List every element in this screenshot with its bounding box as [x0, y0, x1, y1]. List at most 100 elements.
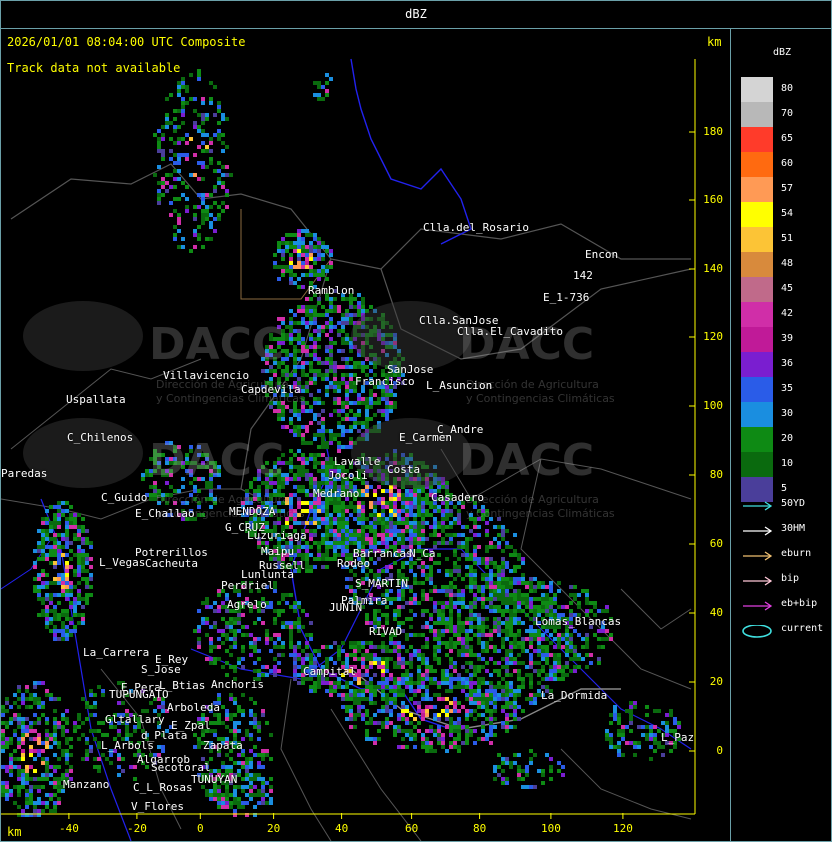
place-label: Agrelo	[227, 598, 267, 611]
place-label: V_Flores	[131, 800, 184, 813]
place-label: Francisco	[355, 375, 415, 388]
arrow-icon	[743, 501, 773, 511]
legend-swatch	[741, 377, 773, 402]
place-label: Jocoli	[328, 469, 368, 482]
place-label: Luzuriaga	[247, 529, 307, 542]
legend-value: 42	[781, 308, 794, 319]
place-label: Clla.del_Rosario	[423, 221, 529, 234]
track-legend-label: eb+bip	[781, 598, 818, 609]
y-tick-label: 0	[716, 744, 723, 757]
legend-swatch	[741, 152, 773, 177]
place-label: 142	[573, 269, 593, 282]
place-label: Casadero	[431, 491, 484, 504]
legend-title: dBZ	[773, 47, 792, 58]
x-tick-label: 60	[405, 822, 419, 835]
legend-value: 20	[781, 433, 794, 444]
arrow-icon	[743, 601, 773, 611]
track-legend-label: eburn	[781, 548, 812, 559]
place-label: MENDOZA	[229, 505, 276, 518]
legend-swatch	[741, 127, 773, 152]
place-label: S_Jose	[141, 663, 181, 676]
watermark-brand: DACC	[149, 319, 285, 370]
place-label: Paredas	[1, 467, 48, 480]
legend-swatch	[741, 177, 773, 202]
legend-value: 80	[781, 83, 794, 94]
window-title: dBZ	[405, 7, 427, 21]
x-tick-label: 100	[541, 822, 561, 835]
y-tick-label: 140	[703, 262, 723, 275]
place-label: C_Chilenos	[67, 431, 134, 444]
y-tick-label: 120	[703, 330, 723, 343]
legend-swatch	[741, 302, 773, 327]
legend-value: 54	[781, 208, 794, 219]
legend-swatch	[741, 452, 773, 477]
place-label: Manzano	[63, 778, 110, 791]
y-tick-label: 20	[709, 675, 723, 688]
track-legend-label: current	[781, 623, 824, 634]
legend-swatch	[741, 277, 773, 302]
legend-value: 65	[781, 133, 794, 144]
place-label: Lunlunta	[241, 568, 294, 581]
legend-swatch	[741, 227, 773, 252]
track-legend-label: 30HM	[781, 523, 806, 534]
track-legend-item: 50YD	[741, 497, 831, 513]
legend-value: 48	[781, 258, 794, 269]
watermark-brand: DACC	[149, 435, 285, 486]
track-legend-item: current	[741, 622, 831, 638]
place-label: E_1-736	[543, 291, 590, 304]
x-tick-label: 0	[197, 822, 204, 835]
place-label: d_Plata	[141, 729, 188, 742]
legend-value: 70	[781, 108, 794, 119]
x-tick-label: 20	[267, 822, 281, 835]
legend-swatch	[741, 352, 773, 377]
legend-value: 30	[781, 408, 794, 419]
track-legend-item: bip	[741, 572, 831, 588]
legend-swatch	[741, 102, 773, 127]
dacc-logo	[23, 301, 143, 371]
y-tick-label: 160	[703, 193, 723, 206]
x-tick-label: -20	[127, 822, 147, 835]
track-legend-item: eburn	[741, 547, 831, 563]
legend-value: 39	[781, 333, 794, 344]
x-tick-label: -40	[59, 822, 79, 835]
place-label: L_Vegas	[99, 556, 146, 569]
place-label: Ramblon	[308, 284, 355, 297]
watermark-brand: DACC	[459, 435, 595, 486]
track-legend-label: bip	[781, 573, 800, 584]
place-label: E_Challao	[135, 507, 195, 520]
arrow-icon	[743, 526, 773, 536]
arrow-icon	[743, 551, 773, 561]
legend-panel: dBZ 80 70 65 60 57 54 51 48 45 42 39 36 35 30 20 10 5 50…	[730, 28, 832, 842]
legend-swatch	[741, 202, 773, 227]
radar-map-panel[interactable]: DACC Dirección de Agricultura y Contingen…	[0, 28, 731, 842]
place-label: Palmira	[341, 594, 388, 607]
place-label: S_MARTIN	[355, 577, 408, 590]
x-tick-label: 80	[473, 822, 487, 835]
place-label: C_Guido	[101, 491, 148, 504]
place-label: La_Carrera	[83, 646, 150, 659]
place-label: Medrano	[313, 487, 360, 500]
place-label: TUNUYAN	[191, 773, 238, 786]
track-legend-label: 50YD	[781, 498, 806, 509]
legend-value: 10	[781, 458, 794, 469]
place-label: RIVAD	[369, 625, 403, 638]
place-label: Maipu	[261, 545, 295, 558]
place-label: Gltallary	[105, 713, 165, 726]
place-label: Encon	[585, 248, 619, 261]
legend-value: 57	[781, 183, 794, 194]
place-label: Capdevila	[241, 383, 301, 396]
place-label: E_Carmen	[399, 431, 452, 444]
legend-swatch	[741, 402, 773, 427]
place-label: La_Dormida	[541, 689, 608, 702]
place-label: Clla.El_Cavadito	[457, 325, 563, 338]
legend-value: 5	[781, 483, 788, 494]
ellipse-icon	[742, 625, 772, 638]
place-label: Villavicencio	[163, 369, 250, 382]
title-bar: dBZ	[0, 0, 832, 29]
place-label: Zapata	[203, 739, 243, 752]
legend-swatch	[741, 77, 773, 102]
x-tick-label: 120	[613, 822, 633, 835]
legend-value: 35	[781, 383, 794, 394]
place-label: Anchoris	[211, 678, 264, 691]
place-label: Costa	[387, 463, 421, 476]
